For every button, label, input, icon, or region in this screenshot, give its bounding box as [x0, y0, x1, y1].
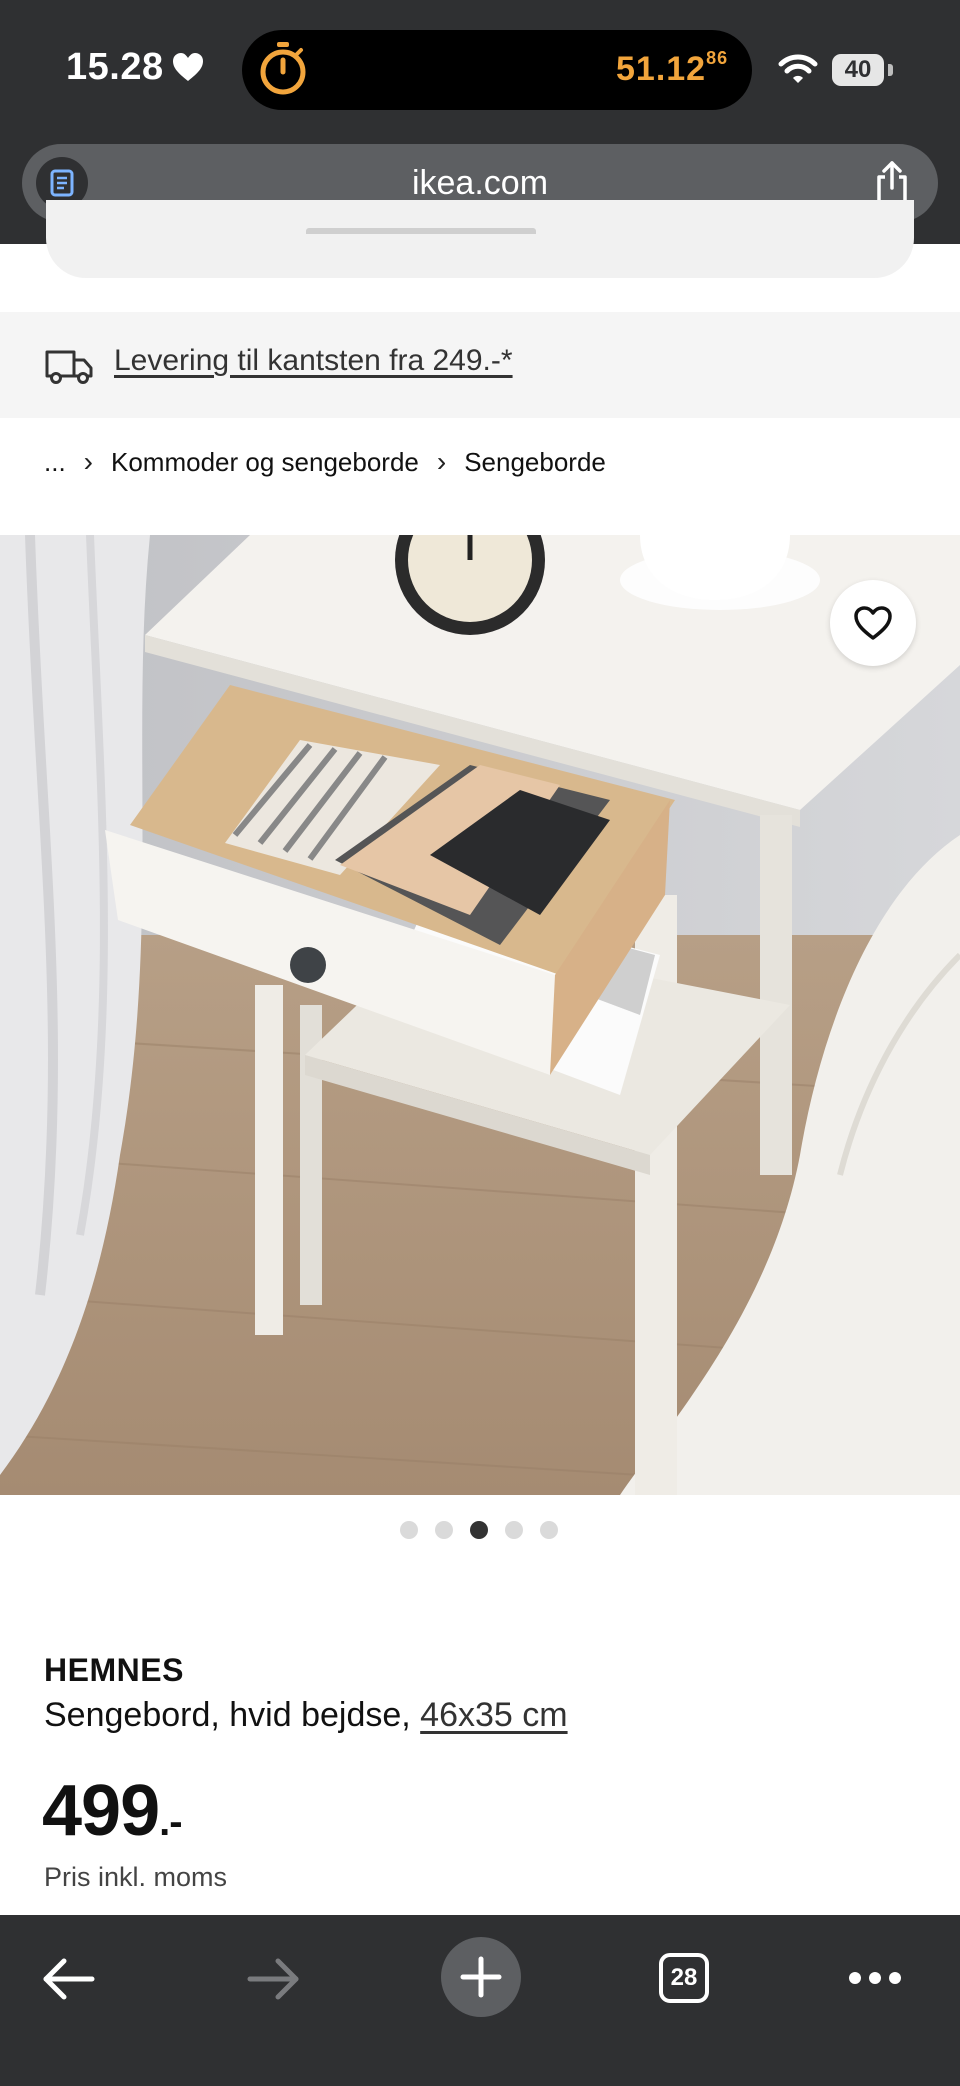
breadcrumb-item-sengeborde[interactable]: Sengeborde — [464, 447, 606, 478]
status-time: 15.28 — [66, 46, 164, 88]
status-bar: 15.28 51.1286 40 — [0, 0, 960, 138]
battery-tip — [888, 64, 893, 76]
gallery-dot-4[interactable] — [505, 1521, 523, 1539]
stopwatch-icon — [260, 42, 306, 95]
gallery-dot-3-active[interactable] — [470, 1521, 488, 1539]
gallery-pagination — [400, 1521, 558, 1539]
gallery-dot-1[interactable] — [400, 1521, 418, 1539]
favorite-button[interactable] — [830, 580, 916, 666]
breadcrumb-ellipsis[interactable]: ... — [44, 447, 66, 478]
gallery-dot-5[interactable] — [540, 1521, 558, 1539]
breadcrumb: ... › Kommoder og sengeborde › Sengebord… — [44, 446, 606, 478]
product-name: HEMNES — [44, 1652, 184, 1688]
wifi-icon — [778, 54, 818, 83]
vat-note: Pris inkl. moms — [44, 1862, 228, 1892]
timer-readout: 51.1286 — [616, 48, 729, 88]
chevron-right-icon: › — [436, 446, 447, 477]
product-photo — [0, 535, 960, 1495]
new-tab-button[interactable] — [441, 1937, 521, 2017]
forward-arrow-icon[interactable] — [246, 1957, 302, 2001]
product-image-gallery[interactable] — [0, 535, 960, 1495]
delivery-info-link[interactable]: Levering til kantsten fra 249.-* — [114, 344, 513, 378]
chevron-right-icon: › — [83, 446, 93, 477]
more-menu-icon[interactable] — [848, 1971, 902, 1985]
back-arrow-icon[interactable] — [40, 1957, 96, 2001]
battery-indicator: 40 — [832, 54, 884, 86]
product-description: Sengebord, hvid bejdse, 46x35 cm — [44, 1696, 568, 1735]
heart-icon — [173, 53, 203, 81]
product-price: 499.- — [42, 1770, 183, 1852]
breadcrumb-item-kommoder[interactable]: Kommoder og sengeborde — [111, 447, 419, 478]
price-suffix: .- — [159, 1800, 182, 1844]
scrolled-text-fragment — [306, 228, 536, 242]
tab-switcher-button[interactable]: 28 — [659, 1953, 709, 2003]
heart-outline-icon — [854, 606, 892, 640]
search-field-partial[interactable] — [46, 200, 914, 278]
gallery-dot-2[interactable] — [435, 1521, 453, 1539]
product-type: Sengebord, hvid bejdse, — [44, 1696, 411, 1734]
truck-icon — [45, 350, 93, 384]
browser-toolbar: 28 — [0, 1915, 960, 2086]
price-value: 499 — [42, 1771, 160, 1851]
plus-icon — [460, 1956, 502, 1998]
url-text[interactable]: ikea.com — [22, 164, 938, 203]
product-size-link[interactable]: 46x35 cm — [420, 1696, 567, 1734]
delivery-banner: Levering til kantsten fra 249.-* — [0, 312, 960, 418]
